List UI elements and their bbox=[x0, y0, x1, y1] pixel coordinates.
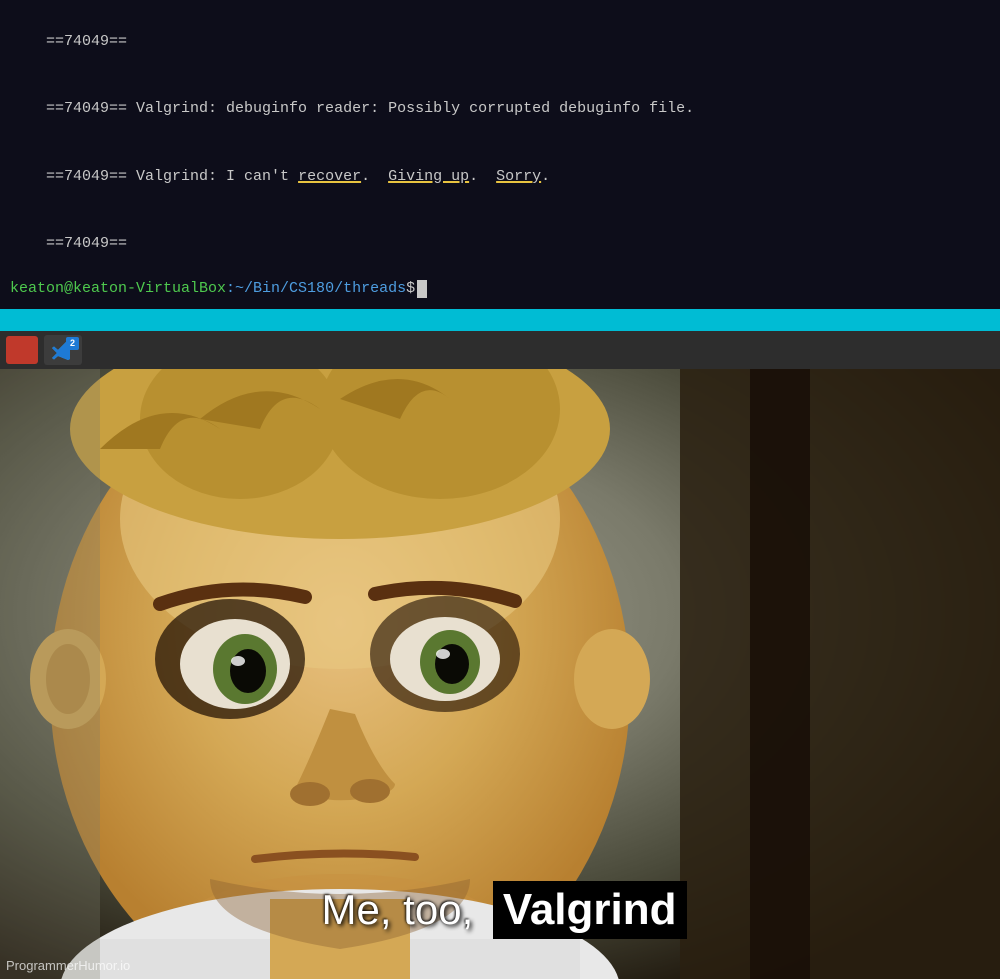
terminal-cursor bbox=[417, 280, 427, 298]
subtitle-bar: Me, too, Valgrind bbox=[0, 881, 1000, 939]
taskbar-button-vscode[interactable]: 2 bbox=[44, 335, 82, 365]
subtitle-normal-text: Me, too, bbox=[314, 882, 493, 938]
terminal-window: ==74049== ==74049== Valgrind: debuginfo … bbox=[0, 0, 1000, 309]
taskbar-button-red[interactable] bbox=[6, 336, 38, 364]
cyan-highlight-bar bbox=[0, 309, 1000, 331]
terminal-line-1: ==74049== bbox=[10, 8, 990, 76]
taskbar: 2 bbox=[0, 331, 1000, 369]
terminal-line-3: ==74049== Valgrind: I can't recover. Giv… bbox=[10, 143, 990, 211]
underline-givingup: Giving up bbox=[388, 168, 469, 185]
vscode-badge: 2 bbox=[66, 337, 79, 350]
subtitle-bold-text: Valgrind bbox=[493, 881, 687, 939]
terminal-line-4: ==74049== bbox=[10, 211, 990, 279]
underline-sorry: Sorry bbox=[496, 168, 541, 185]
underline-recover: recover bbox=[298, 168, 361, 185]
terminal-prompt: keaton@keaton-VirtualBox :~/Bin/CS180/th… bbox=[10, 278, 990, 301]
watermark: ProgrammerHumor.io bbox=[6, 958, 130, 973]
meme-image: Me, too, Valgrind ProgrammerHumor.io bbox=[0, 369, 1000, 979]
terminal-line-2: ==74049== Valgrind: debuginfo reader: Po… bbox=[10, 76, 990, 144]
